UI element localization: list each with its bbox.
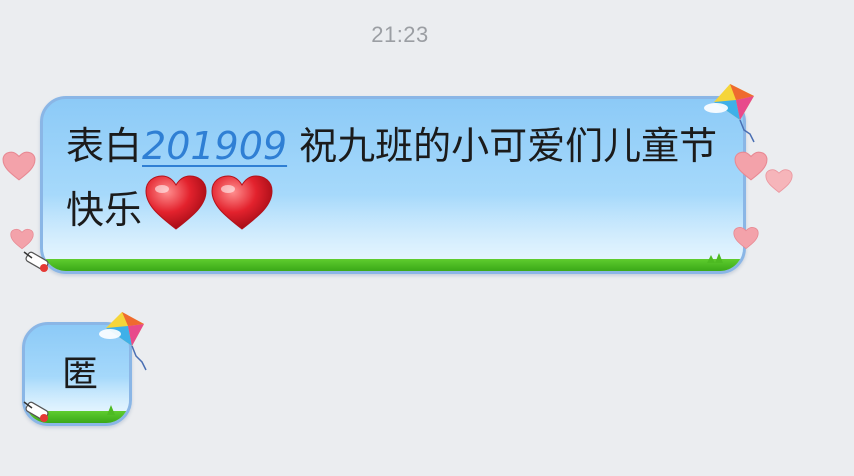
pencil-pin-icon (22, 398, 58, 428)
pencil-pin-icon (22, 248, 58, 278)
grass-tuft (715, 253, 723, 263)
grass-tuft (707, 255, 715, 263)
grass-tuft (107, 405, 115, 415)
heart-icon (733, 226, 759, 250)
kite-icon (700, 80, 764, 146)
heart-icon (765, 168, 793, 194)
red-heart-emoji (210, 175, 274, 231)
heart-icon (734, 150, 768, 182)
message-link[interactable]: 201909 (142, 124, 287, 168)
chat-window: 21:23 表白201909 祝九班的小可爱们儿童节快乐 匿 (0, 0, 854, 476)
kite-icon (96, 308, 154, 374)
heart-icon (10, 228, 34, 250)
red-heart-emoji (144, 175, 208, 231)
heart-icon (2, 150, 36, 182)
message-text: 表白201909 祝九班的小可爱们儿童节快乐 (66, 117, 726, 239)
message-text: 匿 (62, 354, 99, 395)
message-timestamp: 21:23 (371, 22, 429, 47)
message-text-before: 表白 (66, 124, 143, 168)
bubble-grass (43, 259, 743, 271)
